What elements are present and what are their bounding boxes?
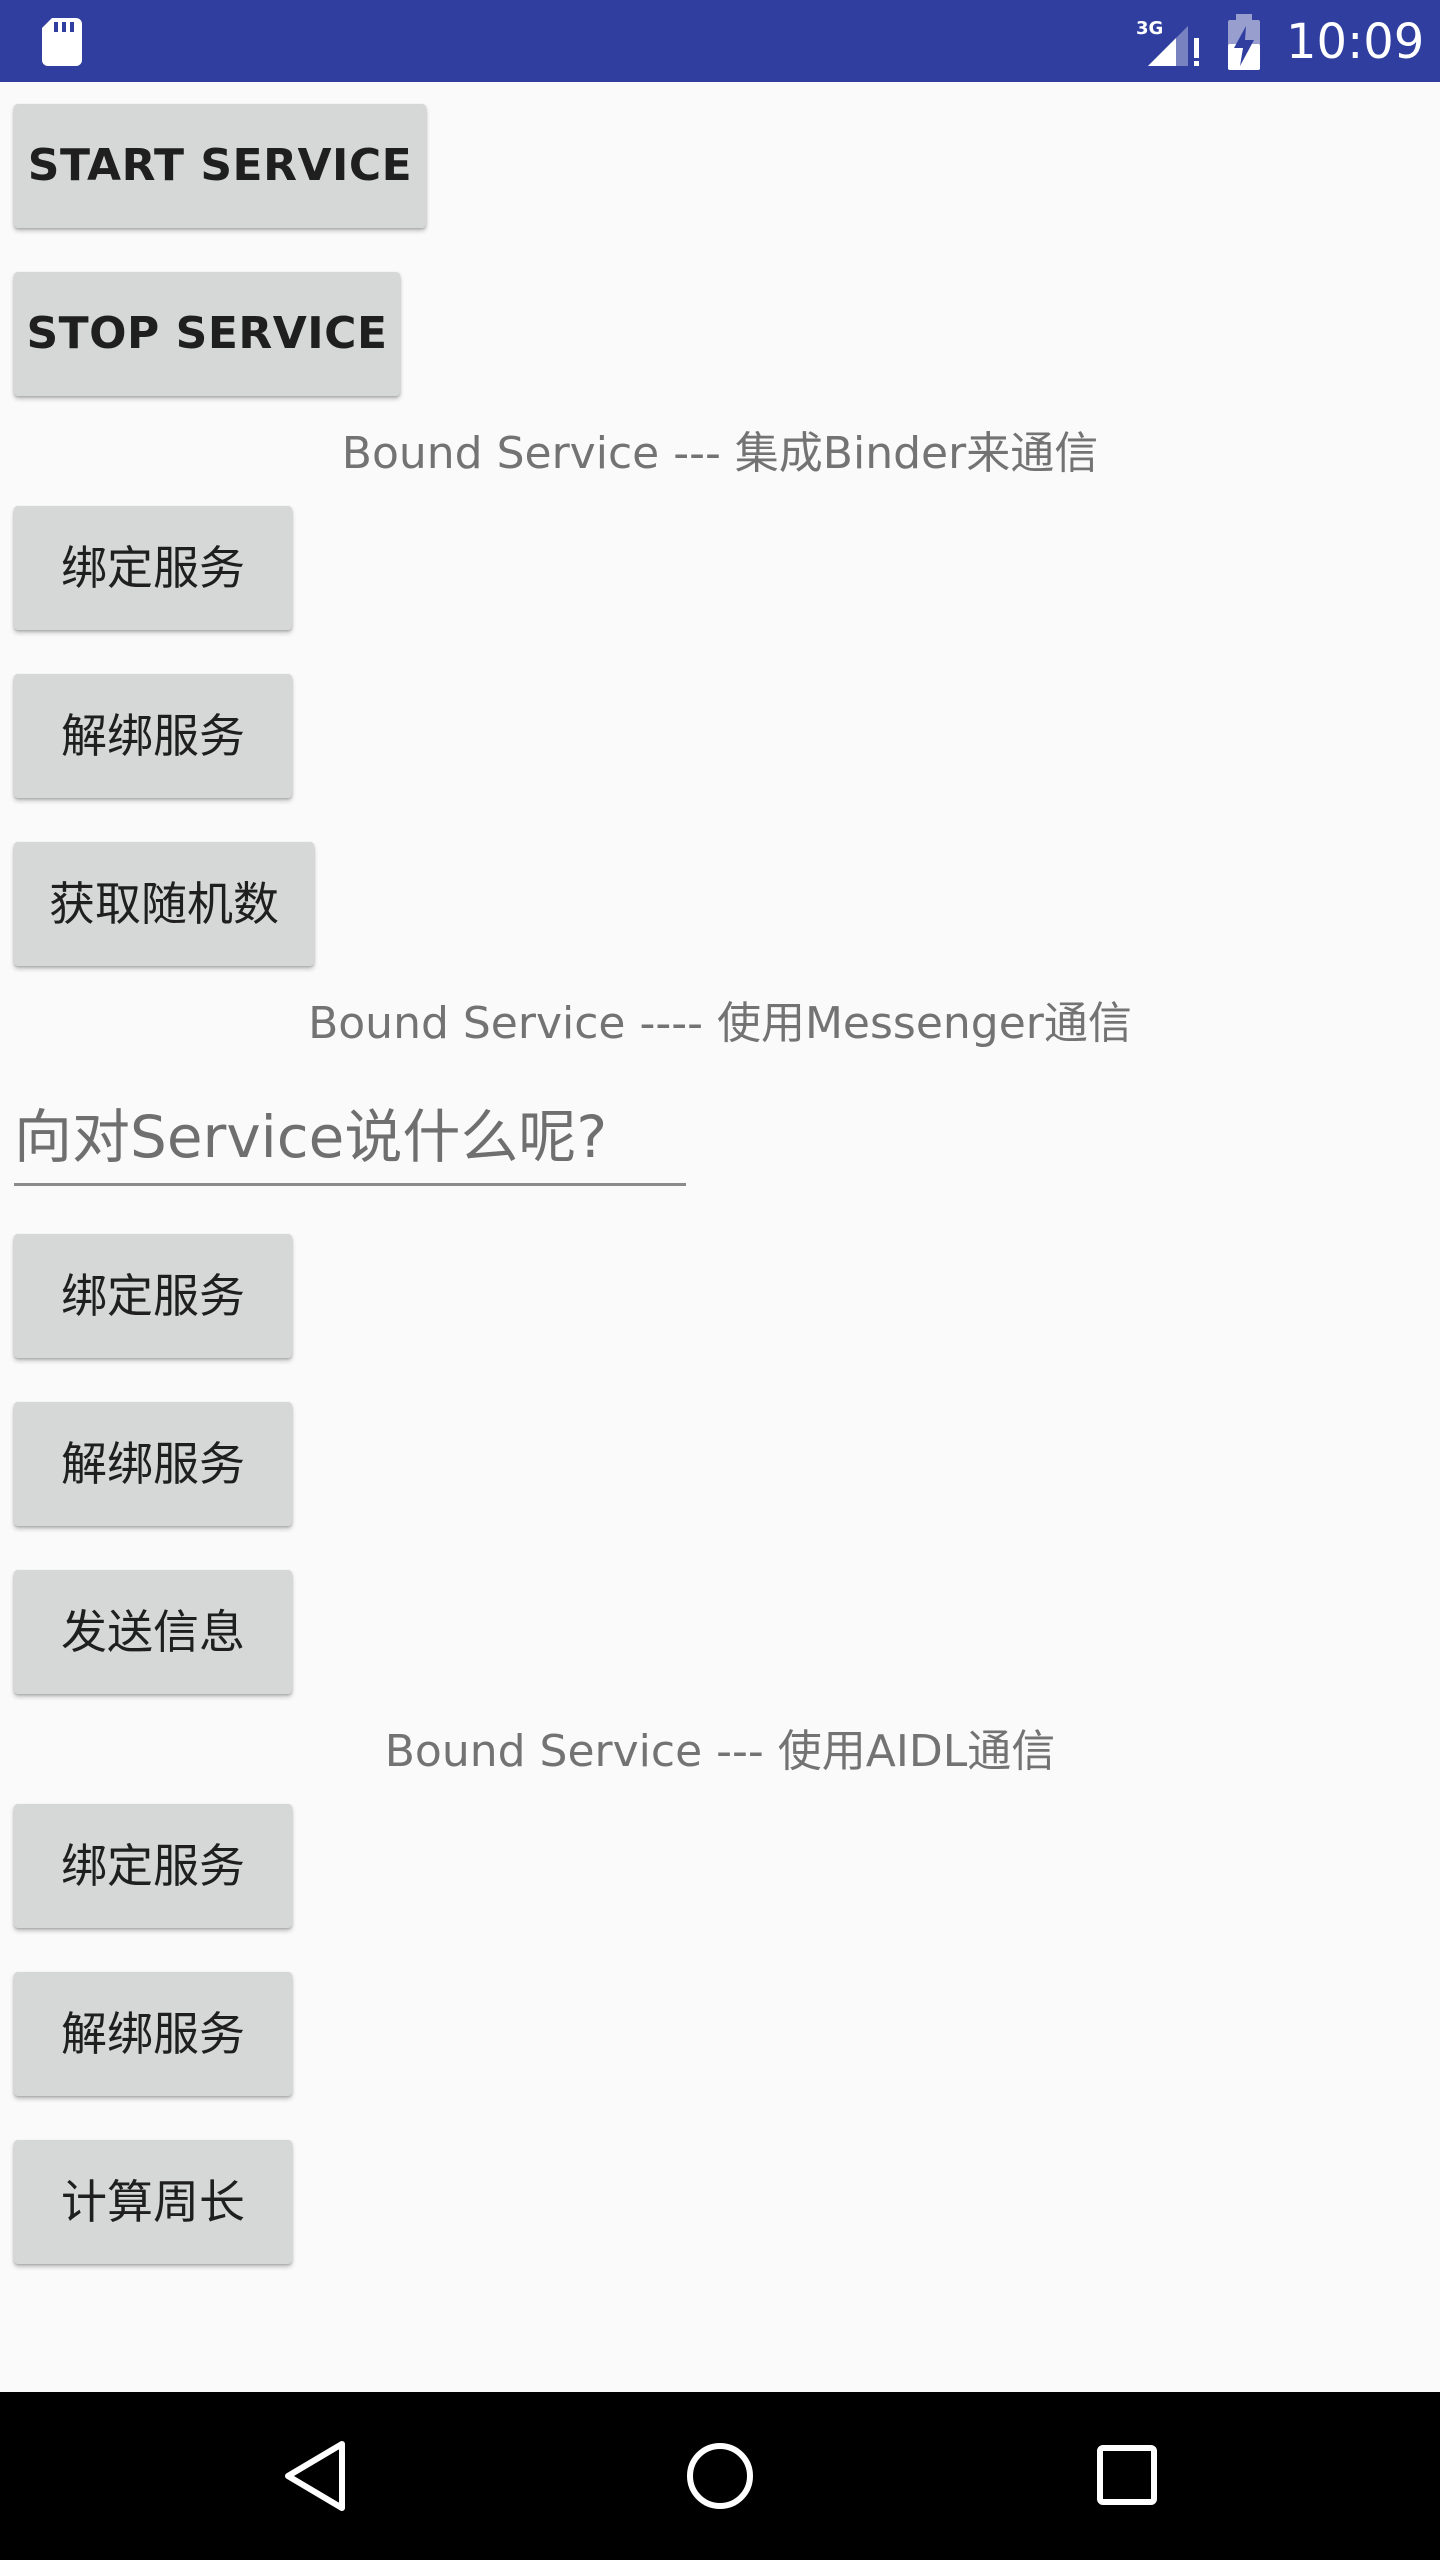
binder-unbind-button[interactable]: 解绑服务 [14,674,292,798]
messenger-section-title: Bound Service ---- 使用Messenger通信 [308,998,1132,1049]
network-type-label: 3G [1136,18,1163,39]
messenger-unbind-button[interactable]: 解绑服务 [14,1402,292,1526]
start-service-button[interactable]: START SERVICE [14,104,426,228]
get-random-number-button[interactable]: 获取随机数 [14,842,314,966]
stop-service-button[interactable]: STOP SERVICE [14,272,400,396]
aidl-unbind-button[interactable]: 解绑服务 [14,1972,292,2096]
binder-section-title: Bound Service --- 集成Binder来通信 [341,428,1099,479]
home-icon[interactable] [686,2442,754,2510]
send-message-button[interactable]: 发送信息 [14,1570,292,1694]
status-bar: 3G 10:09 [0,0,1440,82]
navigation-bar [0,2392,1440,2560]
battery-charging-icon [1228,14,1260,70]
aidl-bind-button[interactable]: 绑定服务 [14,1804,292,1928]
back-icon[interactable] [282,2440,348,2512]
binder-bind-button[interactable]: 绑定服务 [14,506,292,630]
message-input[interactable] [14,1090,686,1186]
messenger-bind-button[interactable]: 绑定服务 [14,1234,292,1358]
recents-icon[interactable] [1096,2444,1158,2506]
aidl-section-title: Bound Service --- 使用AIDL通信 [384,1726,1056,1777]
status-time: 10:09 [1286,14,1425,70]
signal-icon: 3G [1136,18,1199,66]
sd-card-icon [42,18,82,66]
calculate-perimeter-button[interactable]: 计算周长 [14,2140,292,2264]
